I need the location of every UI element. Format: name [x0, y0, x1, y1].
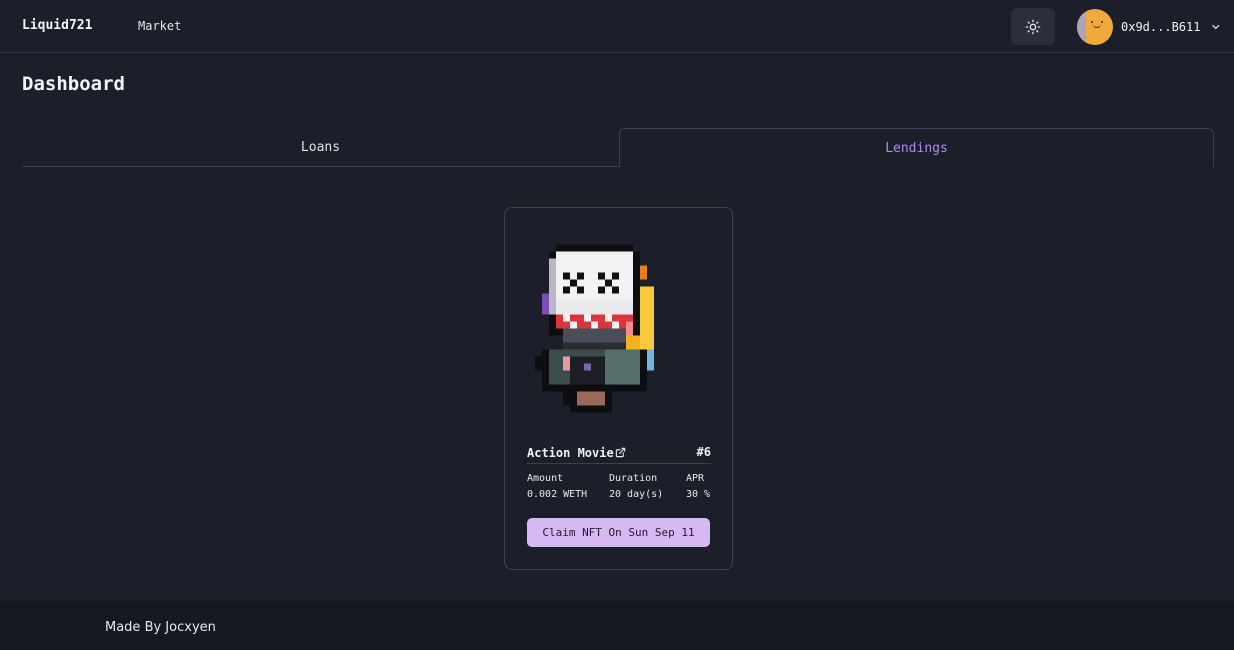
stat-duration-value: 20 day(s)	[609, 489, 664, 500]
navbar: Liquid721 Market 0x9d...B611	[0, 0, 1234, 53]
nft-card: Action Movie #6 Amount 0.002 WETH Durati…	[504, 207, 733, 570]
stat-duration-label: Duration	[609, 473, 658, 484]
card-divider	[527, 463, 711, 464]
tab-loans[interactable]: Loans	[22, 128, 619, 167]
tab-lendings[interactable]: Lendings	[619, 128, 1214, 167]
nft-image	[535, 244, 654, 413]
nav-link-market[interactable]: Market	[138, 19, 181, 33]
chevron-down-icon	[1212, 24, 1220, 29]
theme-toggle-button[interactable]	[1011, 8, 1055, 45]
wallet-address: 0x9d...B611	[1121, 19, 1201, 34]
sun-icon	[1025, 19, 1041, 34]
stat-apr-label: APR	[686, 473, 705, 484]
footer-credit: Made By Jocxyen	[105, 620, 216, 635]
stat-amount: Amount 0.002 WETH	[527, 473, 587, 500]
page-title: Dashboard	[22, 73, 125, 95]
claim-nft-button[interactable]: Claim NFT On Sun Sep 11	[527, 518, 710, 547]
brand-logo[interactable]: Liquid721	[22, 18, 92, 33]
footer: Made By Jocxyen	[0, 601, 1234, 650]
stat-amount-label: Amount	[527, 473, 564, 484]
avatar	[1077, 8, 1113, 45]
stat-apr-value: 30 %	[686, 489, 711, 500]
external-link-icon[interactable]	[615, 447, 626, 458]
nft-token-id: #6	[696, 444, 711, 459]
nft-name[interactable]: Action Movie	[527, 446, 614, 460]
stat-duration: Duration 20 day(s)	[609, 473, 663, 500]
stat-apr: APR 30 %	[686, 473, 710, 500]
stat-amount-value: 0.002 WETH	[527, 489, 588, 500]
account-menu-button[interactable]: 0x9d...B611	[1077, 8, 1222, 45]
tab-bar: Loans Lendings	[22, 128, 1214, 167]
